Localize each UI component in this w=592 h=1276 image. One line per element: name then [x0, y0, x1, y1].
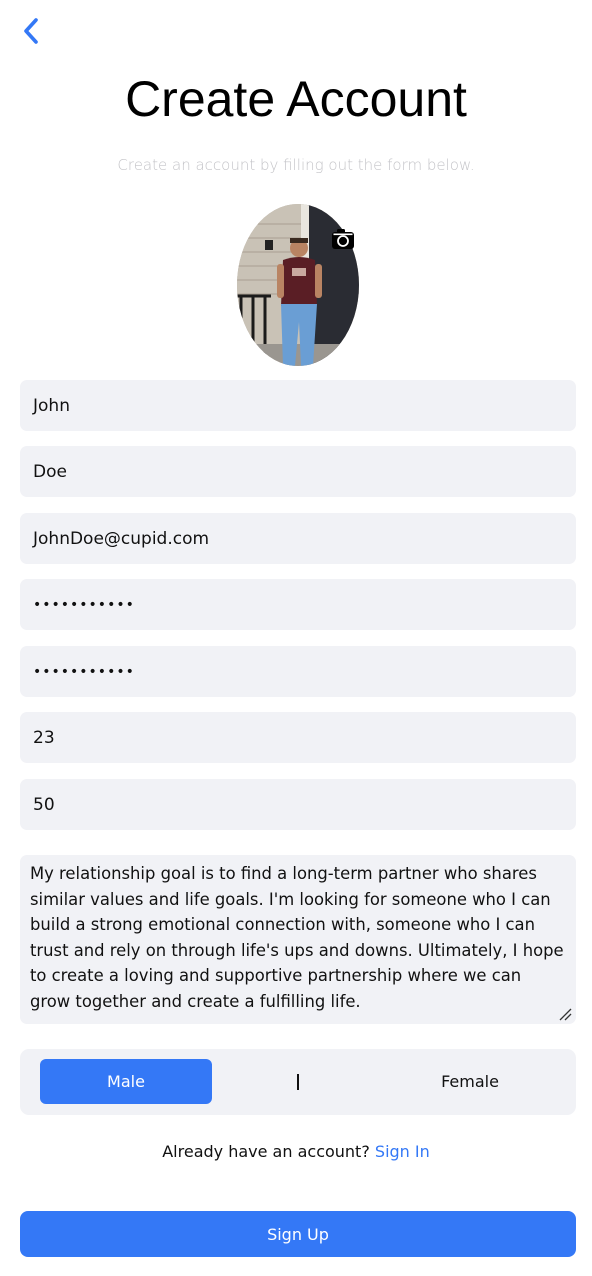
password-field[interactable]: •••••••••••: [20, 579, 576, 630]
age-field[interactable]: 23: [20, 712, 576, 763]
relationship-goal-textarea[interactable]: My relationship goal is to find a long-t…: [20, 855, 576, 1024]
signin-prompt: Already have an account?: [162, 1142, 370, 1161]
email-field[interactable]: JohnDoe@cupid.com: [20, 513, 576, 564]
signin-prompt-line: Already have an account? Sign In: [0, 1142, 592, 1161]
numeric-field[interactable]: 50: [20, 779, 576, 830]
relationship-goal-text: My relationship goal is to find a long-t…: [30, 864, 564, 1011]
first-name-field[interactable]: John: [20, 380, 576, 431]
resize-grip-icon[interactable]: [558, 1007, 572, 1021]
last-name-field[interactable]: Doe: [20, 446, 576, 497]
page-title: Create Account: [125, 71, 467, 127]
page-subtitle: Create an account by filling out the for…: [117, 156, 475, 174]
gender-selector: Male Female: [20, 1049, 576, 1115]
confirm-password-field[interactable]: •••••••••••: [20, 646, 576, 697]
camera-icon[interactable]: [331, 228, 355, 250]
chevron-left-icon: [24, 18, 38, 44]
gender-option-female[interactable]: Female: [384, 1059, 556, 1104]
gender-divider: [297, 1074, 299, 1090]
sign-up-button[interactable]: Sign Up: [20, 1211, 576, 1257]
profile-photo-picker[interactable]: [237, 204, 359, 366]
signin-link[interactable]: Sign In: [375, 1142, 430, 1161]
gender-option-male[interactable]: Male: [40, 1059, 212, 1104]
back-button[interactable]: [14, 12, 48, 50]
